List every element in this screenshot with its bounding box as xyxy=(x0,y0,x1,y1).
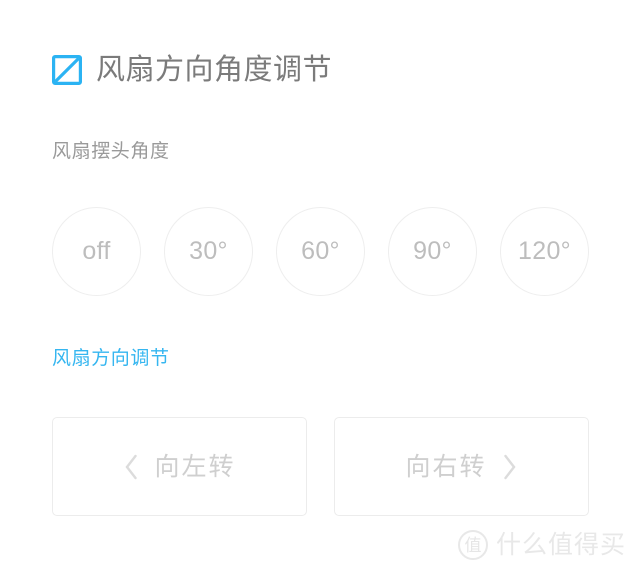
turn-right-label: 向右转 xyxy=(405,452,487,481)
oscillation-section-label: 风扇摆头角度 xyxy=(52,141,170,162)
chevron-right-icon xyxy=(501,452,518,482)
angle-option-label: 120° xyxy=(518,236,571,265)
chevron-left-icon xyxy=(123,452,140,482)
blue-square-slash-icon xyxy=(52,55,82,85)
angle-option-120[interactable]: 120° xyxy=(500,206,589,296)
turn-right-button[interactable]: 向右转 xyxy=(334,417,589,516)
watermark-badge-label: 值 xyxy=(464,535,482,555)
angle-option-off[interactable]: off xyxy=(52,206,141,296)
oscillation-angle-options: off 30° 60° 90° 120° xyxy=(52,206,589,296)
turn-left-button[interactable]: 向左转 xyxy=(52,417,307,516)
watermark-text: 什么值得买 xyxy=(495,531,626,559)
page-title: 风扇方向角度调节 xyxy=(96,54,333,86)
watermark-badge-icon: 值 xyxy=(457,530,488,560)
panel-header: 风扇方向角度调节 xyxy=(52,50,332,90)
watermark: 值 什么值得买 xyxy=(457,530,626,560)
fan-control-panel: 风扇方向角度调节 风扇摆头角度 off 30° 60° 90° 120° 风扇方… xyxy=(0,0,640,574)
fan-direction-link[interactable]: 风扇方向调节 xyxy=(52,347,170,371)
turn-left-label: 向左转 xyxy=(154,452,236,481)
angle-option-label: 30° xyxy=(189,236,228,265)
fan-direction-controls: 向左转 向右转 xyxy=(52,417,589,516)
angle-option-label: off xyxy=(82,236,111,265)
angle-option-60[interactable]: 60° xyxy=(276,206,365,296)
angle-option-label: 90° xyxy=(413,236,452,265)
angle-option-90[interactable]: 90° xyxy=(388,206,477,296)
angle-option-30[interactable]: 30° xyxy=(164,206,253,296)
angle-option-label: 60° xyxy=(301,236,340,265)
